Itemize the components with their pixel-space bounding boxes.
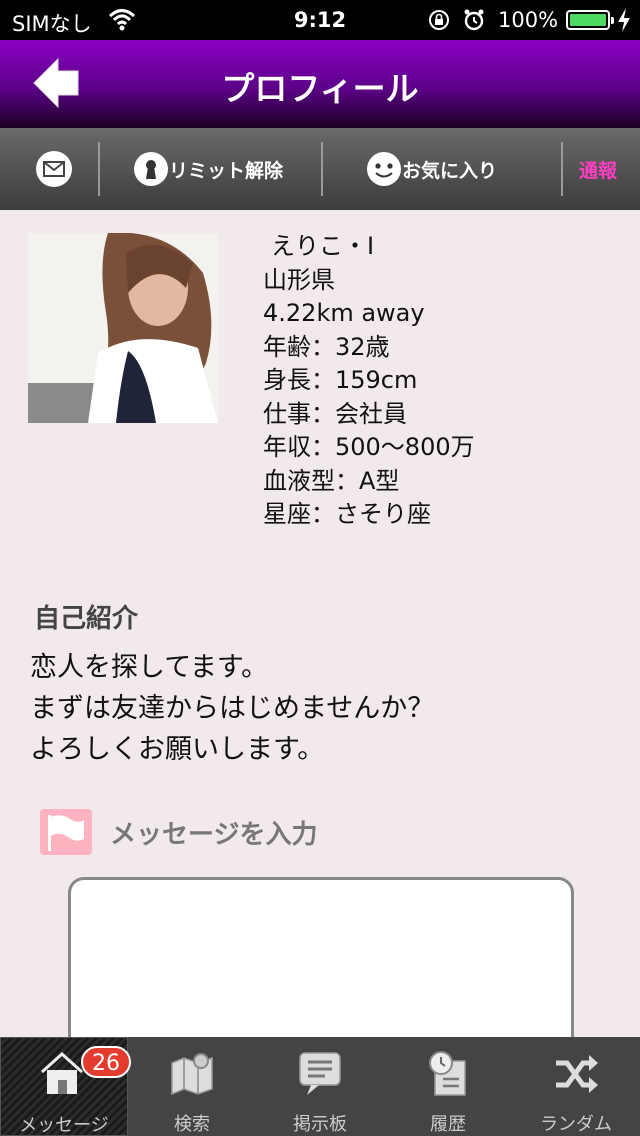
report-label: 通報 [579,159,618,182]
profile-photo[interactable] [28,233,218,423]
profile-distance: 4.22km away [263,299,425,327]
profile-height: 身長：159cm [263,366,418,394]
profile-info: えりこ・I 山形県 4.22km away 年齢：32歳 身長：159cm 仕事… [263,230,475,532]
intro-text: 恋人を探してます。 まずは友達からはじめませんか？ よろしくお願いします。 [30,652,435,765]
page-title: プロフィール [221,69,419,108]
action-bar: リミット解除 お気に入り 通報 [0,128,640,210]
divider [561,142,563,196]
message-label-row: メッセージを入力 [40,808,317,856]
message-label: メッセージを入力 [110,819,318,850]
tab-label: 検索 [174,1114,210,1135]
profile-photo-image [28,233,218,423]
limit-release-button[interactable]: リミット解除 [133,128,283,210]
board-icon [299,1052,341,1095]
profile-job: 仕事：会社員 [263,399,407,428]
divider [98,142,100,196]
tab-bar: 26 メッセージ 検索 掲示板 履歴 ランダム [0,1037,640,1136]
report-button[interactable]: 通報 [579,128,617,210]
unread-badge: 26 [81,1046,131,1078]
mail-button[interactable] [35,128,73,210]
intro-title: 自己紹介 [34,604,139,634]
keyhole-icon [134,152,168,186]
profile-prefecture: 山形県 [263,265,335,294]
tab-label: メッセージ [19,1115,109,1136]
tab-search[interactable]: 検索 [128,1037,256,1136]
history-icon [429,1051,466,1096]
profile-blood-type: 血液型：A型 [263,466,400,495]
favorite-button[interactable]: お気に入り [366,128,497,210]
mail-icon [36,151,72,187]
profile-zodiac: 星座：さそり座 [263,500,431,528]
flag-icon [40,809,92,855]
battery-percent: 100% [498,8,559,32]
nav-bar: プロフィール [0,40,640,128]
alarm-icon [464,9,484,31]
smiley-icon [367,152,401,186]
tab-label: 履歴 [430,1114,466,1135]
house-icon [40,1051,84,1094]
divider [321,142,323,196]
tab-board[interactable]: 掲示板 [256,1037,384,1136]
profile-name: えりこ・I [271,232,375,260]
charging-icon [618,8,630,32]
limit-release-label: リミット解除 [169,159,284,182]
map-icon [171,1053,213,1096]
rotation-lock-icon [429,10,449,30]
tab-random[interactable]: ランダム [512,1037,640,1136]
random-icon [556,1055,598,1093]
tab-label: ランダム [540,1114,612,1135]
profile-age: 年齢：32歳 [263,332,390,361]
battery-icon [566,10,614,30]
status-bar: SIMなし 9:12 100% [0,0,640,40]
tab-label: 掲示板 [293,1114,347,1135]
tab-message[interactable]: 26 メッセージ [0,1037,131,1136]
profile-income: 年収：500〜800万 [263,433,475,461]
tab-history[interactable]: 履歴 [384,1037,512,1136]
favorite-label: お気に入り [402,159,498,182]
